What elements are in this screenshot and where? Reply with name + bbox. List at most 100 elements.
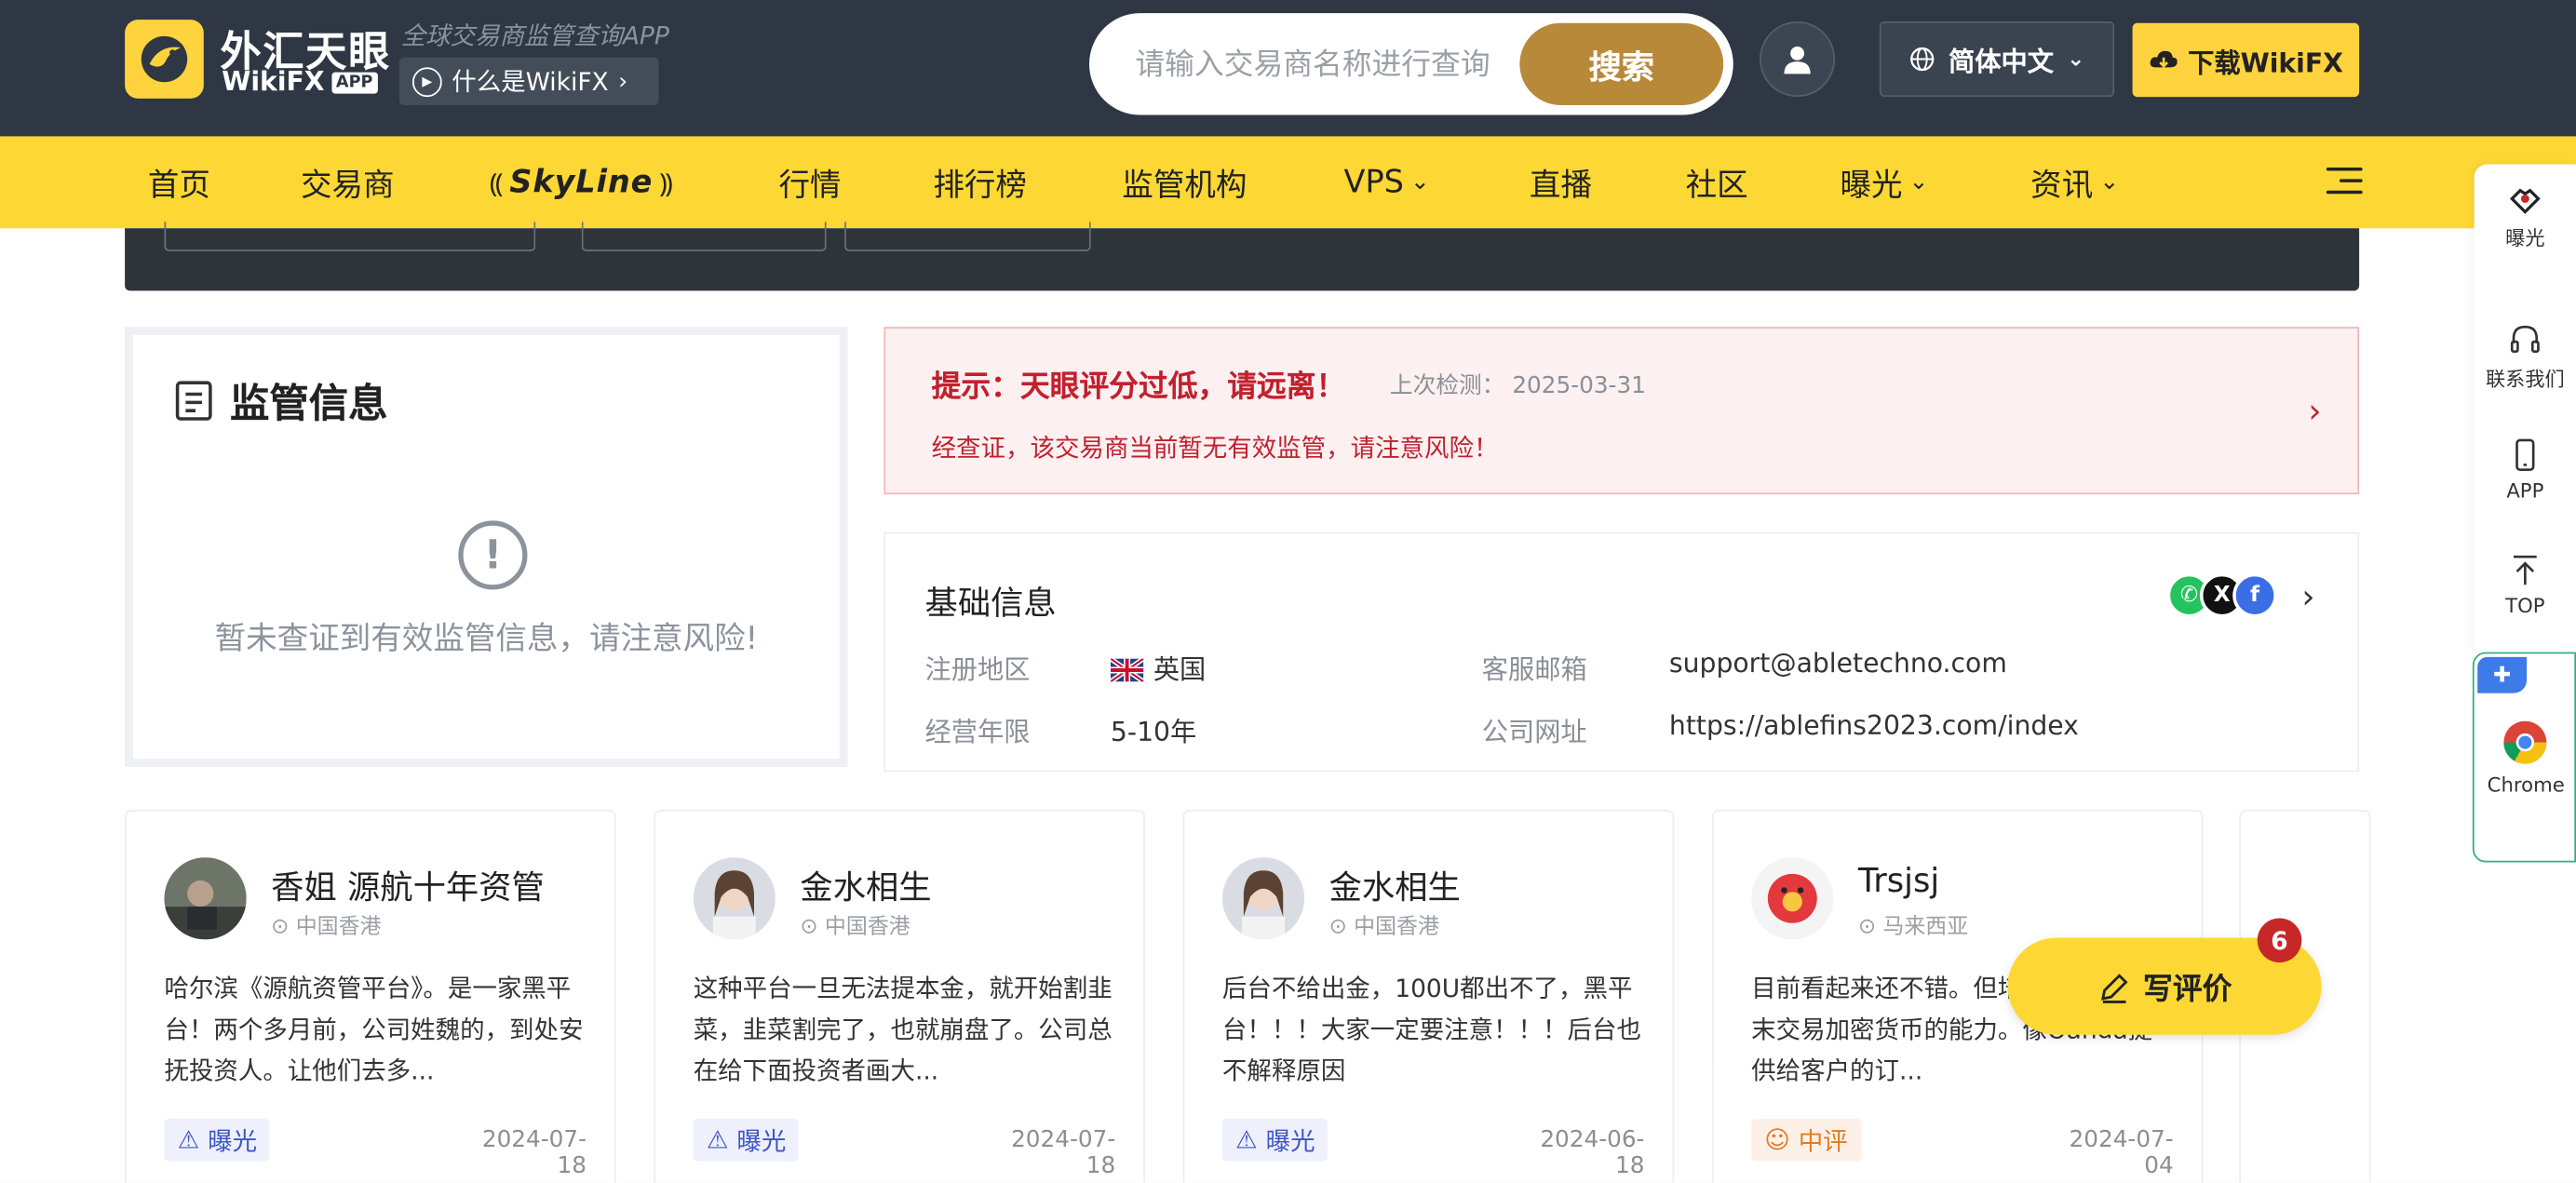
language-label: 简体中文 [1948,46,2054,77]
rail-app[interactable]: APP [2475,437,2576,503]
broker-header-strip [125,222,2360,291]
brand-name-en[interactable]: WikiFX APP [222,65,378,98]
pen-icon [2100,973,2127,1002]
review-card[interactable]: 金水相生 ⊙ 中国香港 这种平台一旦无法提本金，就开始割韭菜，韭菜割完了，也就崩… [654,809,1145,1183]
exposure-tag: ⚠ 曝光 [164,1118,271,1162]
regulation-title: 监管信息 [230,381,388,427]
review-text: 哈尔滨《源航资管平台》。是一家黑平台！两个多月前，公司姓魏的，到处安抚投资人。让… [164,974,584,1086]
chrome-label: Chrome [2487,773,2565,797]
avatar [1221,857,1305,940]
basic-info-title: 基础信息 [924,583,1057,623]
nav-exposure[interactable]: 曝光 ⌄ [1840,136,1928,228]
search-button[interactable]: 搜索 [1519,22,1724,105]
laurel-right-icon: ⸩ [659,167,673,199]
risk-warning[interactable]: 提示：天眼评分过低，请远离！ 上次检测： 2025-03-31 经查证，该交易商… [883,327,2360,495]
email-value[interactable]: support@abletechno.com [1669,647,2007,679]
reviewer-name: 金水相生 [800,867,932,907]
uk-flag-icon [1110,658,1144,682]
what-is-label: 什么是WikiFX [452,67,609,98]
strip-box [164,222,536,251]
basic-info-card: 基础信息 ✆ X f › 注册地区 英国 经营年限 5-10年 客服邮箱 sup… [883,531,2360,773]
email-label: 客服邮箱 [1481,653,1587,685]
review-date: 2024-07-18 [1011,1126,1116,1180]
warning-body: 经查证，该交易商当前暂无有效监管，请注意风险！ [931,433,1499,464]
laurel-left-icon: ⸨ [489,167,504,199]
review-text: 后台不给出金，100U都出不了，黑平台！！！大家一定要注意！！！后台也不解释原因 [1221,974,1641,1086]
chevron-down-icon: ⌄ [1908,168,1929,195]
reviewer-location: ⊙ 中国香港 [1329,908,1439,939]
social-links: ✆ X f [2166,572,2277,618]
rail-contact[interactable]: 联系我们 [2475,322,2576,393]
review-text: 这种平台一旦无法提本金，就开始割韭菜，韭菜割完了，也就崩盘了。公司总在给下面投资… [693,974,1113,1086]
headset-icon [2510,325,2540,353]
nav-market[interactable]: 行情 [778,136,841,228]
nav-brokers[interactable]: 交易商 [301,136,395,228]
website-value[interactable]: https://ablefins2023.com/index [1669,709,2079,741]
nav-home[interactable]: 首页 [148,136,210,228]
neutral-tag: ☺ 中评 [1751,1118,1861,1162]
write-review-label: 写评价 [2143,971,2232,1006]
nav-ranking[interactable]: 排行榜 [933,136,1027,228]
puzzle-icon: ✚ [2477,656,2528,693]
reviewer-name: Trsjsj [1857,860,1940,901]
rail-top-label: TOP [2505,594,2545,618]
nav-live[interactable]: 直播 [1530,136,1592,228]
location-pin-icon: ⊙ [800,914,825,940]
regulation-empty-text: 暂未查证到有效监管信息，请注意风险! [214,621,759,657]
strip-button[interactable] [844,222,1091,251]
review-card[interactable]: 金水相生 ⊙ 中国香港 后台不给出金，100U都出不了，黑平台！！！大家一定要注… [1182,809,1675,1183]
chrome-extension-card[interactable]: ✚ Chrome [2472,652,2576,863]
eagle-logo-icon[interactable] [125,20,204,99]
review-count-badge: 6 [2257,918,2302,963]
strip-button[interactable] [581,222,827,251]
review-date: 2024-06-18 [1540,1126,1645,1180]
chevron-right-icon[interactable]: › [2308,391,2321,430]
main-nav: 首页 交易商 ⸨ SkyLine ⸩ 行情 排行榜 监管机构 VPS ⌄ 直播 … [0,136,2576,229]
years-label: 经营年限 [924,716,1031,747]
nav-regulators[interactable]: 监管机构 [1122,136,1247,228]
top-header: 外汇天眼 WikiFX APP 全球交易商监管查询APP ▶ 什么是WikiFX … [0,0,2576,137]
alarm-icon: ⚠ [1235,1124,1258,1155]
location-pin-icon: ⊙ [1857,914,1883,940]
regulation-heading: 监管信息 [174,371,387,429]
chrome-icon [2503,720,2547,764]
tag-text: 曝光 [736,1125,787,1156]
document-icon [175,380,212,420]
location-text: 马来西亚 [1882,914,1969,940]
chevron-right-icon[interactable]: › [2301,576,2314,615]
menu-icon[interactable] [2326,167,2363,197]
reviewer-location: ⊙ 中国香港 [800,908,910,940]
slogan: 全球交易商监管查询APP [400,20,669,51]
avatar [1751,857,1834,940]
reviewer-location: ⊙ 马来西亚 [1857,908,1969,940]
page: 外汇天眼 WikiFX APP 全球交易商监管查询APP ▶ 什么是WikiFX … [0,0,2576,1183]
skyline-label: SkyLine [509,164,654,201]
location-text: 中国香港 [824,914,910,940]
chevron-right-icon: › [618,68,628,95]
tag-text: 曝光 [1265,1125,1315,1156]
review-date: 2024-07-04 [2069,1126,2174,1180]
download-button[interactable]: 下载WikiFX [2132,22,2360,98]
alarm-icon: ⚠ [706,1124,729,1155]
rail-exposure[interactable]: 曝光 [2475,181,2576,251]
right-rail: 曝光 联系我们 APP TOP [2474,164,2576,657]
what-is-wikifx-button[interactable]: ▶ 什么是WikiFX › [398,57,659,105]
reviewer-name: 金水相生 [1328,867,1461,907]
review-date: 2024-07-18 [481,1126,587,1180]
nav-skyline[interactable]: ⸨ SkyLine ⸩ [490,136,673,228]
cloud-download-icon [2150,49,2178,68]
brand-en-text: WikiFX [222,65,325,98]
last-check-date: 上次检测： 2025-03-31 [1389,372,1646,399]
nav-news[interactable]: 资讯 ⌄ [2030,136,2119,228]
nav-community[interactable]: 社区 [1686,136,1748,228]
nav-exposure-label: 曝光 [1840,167,1903,203]
review-card[interactable]: 香姐 源航十年资管 ⊙ 中国香港 哈尔滨《源航资管平台》。是一家黑平台！两个多月… [125,809,616,1183]
search-input[interactable] [1135,47,1514,82]
user-avatar-button[interactable] [1759,20,1836,98]
globe-icon [1910,47,1935,72]
rail-top[interactable]: TOP [2475,552,2576,618]
facebook-icon[interactable]: f [2232,572,2277,618]
language-select[interactable]: 简体中文 ⌄ [1879,20,2115,98]
user-icon [1784,46,1811,74]
nav-vps[interactable]: VPS ⌄ [1344,136,1430,228]
